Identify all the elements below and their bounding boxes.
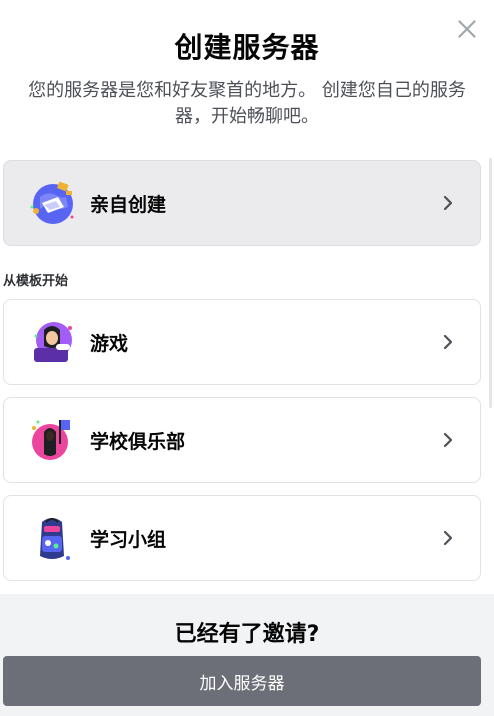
chevron-right-icon	[438, 332, 458, 352]
template-study-group-label: 学习小组	[90, 528, 167, 551]
chevron-right-icon	[438, 528, 458, 548]
chevron-right-icon	[438, 193, 458, 213]
server-options-list[interactable]: 亲自创建 从模板开始 游戏 学校俱乐部 学习小组	[0, 158, 494, 594]
modal-subtitle-line1: 您的服务器是您和好友聚首的地方。 创建您自己的服务	[28, 80, 466, 101]
modal-subtitle-line2: 器，开始畅聊吧。	[175, 106, 319, 127]
create-my-own-option[interactable]: 亲自创建	[3, 160, 481, 246]
scrollbar[interactable]	[489, 158, 492, 408]
template-gaming-label: 游戏	[90, 332, 129, 355]
school-club-icon	[26, 414, 78, 466]
backpack-icon	[26, 512, 78, 564]
template-school-club-label: 学校俱乐部	[90, 430, 186, 453]
template-gaming-option[interactable]: 游戏	[3, 299, 481, 385]
template-school-club-option[interactable]: 学校俱乐部	[3, 397, 481, 483]
globe-build-icon	[26, 177, 78, 229]
template-study-group-option[interactable]: 学习小组	[3, 495, 481, 581]
invite-prompt-title: 已经有了邀请?	[174, 622, 320, 647]
gaming-icon	[26, 316, 78, 368]
join-server-button[interactable]: 加入服务器	[3, 656, 481, 706]
template-section-label: 从模板开始	[3, 274, 69, 289]
modal-title: 创建服务器	[174, 31, 320, 64]
create-my-own-label: 亲自创建	[90, 193, 167, 216]
chevron-right-icon	[438, 430, 458, 450]
modal-subtitle: 您的服务器是您和好友聚首的地方。 创建您自己的服务 器，开始畅聊吧。	[10, 78, 484, 130]
modal-footer: 已经有了邀请? 加入服务器	[0, 594, 494, 716]
create-server-modal: 创建服务器 您的服务器是您和好友聚首的地方。 创建您自己的服务 器，开始畅聊吧。	[0, 0, 494, 716]
